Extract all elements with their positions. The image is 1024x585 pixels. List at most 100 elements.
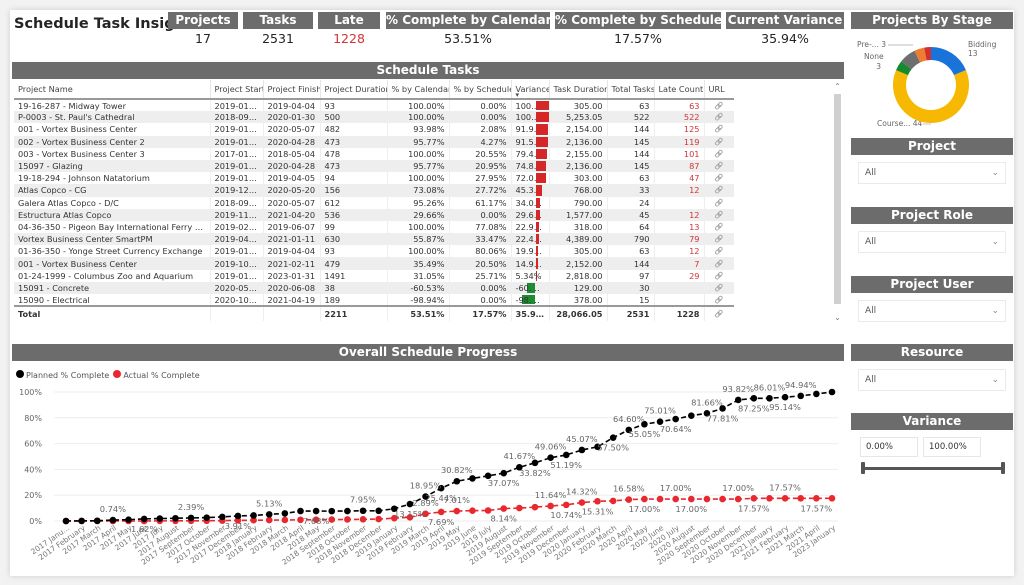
data-point-planned[interactable] — [328, 507, 336, 515]
link-icon[interactable]: 🔗 — [704, 294, 734, 307]
data-point-actual[interactable] — [562, 501, 570, 509]
data-point-planned[interactable] — [359, 507, 367, 515]
data-point-actual[interactable] — [797, 495, 805, 502]
data-point-planned[interactable] — [766, 394, 773, 402]
donut-slice-bidding[interactable] — [931, 47, 966, 76]
table-row[interactable]: Galera Atlas Copco - D/C 2018-09-03 2020-0… — [14, 196, 734, 209]
col-project-duration[interactable]: Project Duration — [320, 80, 388, 100]
data-point-actual[interactable] — [265, 516, 273, 524]
data-point-planned[interactable] — [344, 507, 351, 515]
data-point-planned[interactable] — [297, 507, 304, 515]
link-icon[interactable]: 🔗 — [704, 208, 734, 221]
data-point-actual[interactable] — [672, 495, 679, 503]
data-point-planned[interactable] — [813, 390, 820, 398]
data-point-actual[interactable] — [516, 504, 523, 512]
link-icon[interactable]: 🔗 — [704, 111, 734, 124]
table-row[interactable]: 15097 - Glazing 2019-01-11 2020-04-28 473 95… — [14, 159, 734, 173]
col-url[interactable]: URL — [704, 80, 734, 100]
link-icon[interactable]: 🔗 — [704, 159, 734, 173]
link-icon[interactable]: 🔗 — [704, 147, 734, 160]
scroll-up-icon[interactable]: ⌃ — [833, 82, 842, 91]
legend-item-actual[interactable]: Actual % Complete — [113, 370, 200, 380]
data-point-planned[interactable] — [187, 514, 195, 522]
data-point-actual[interactable] — [828, 495, 836, 502]
data-point-planned[interactable] — [265, 511, 273, 518]
data-point-planned[interactable] — [156, 515, 164, 522]
data-point-actual[interactable] — [734, 495, 742, 503]
table-row[interactable]: Atlas Copco - CG 2019-12-16 2020-05-20 156 7… — [14, 184, 734, 197]
link-icon[interactable]: 🔗 — [704, 305, 734, 322]
data-point-actual[interactable] — [688, 495, 695, 503]
data-point-planned[interactable] — [375, 507, 382, 515]
data-point-actual[interactable] — [437, 508, 445, 516]
link-icon[interactable]: 🔗 — [704, 269, 734, 282]
link-icon[interactable]: 🔗 — [704, 281, 734, 294]
scroll-down-icon[interactable]: ⌄ — [833, 313, 842, 322]
data-point-actual[interactable] — [766, 495, 773, 502]
data-point-actual[interactable] — [750, 495, 758, 502]
slicer-resource-dropdown[interactable]: All ⌄ — [858, 369, 1006, 391]
col-variance[interactable]: Variance ▾ — [511, 80, 550, 100]
col-by-calendar[interactable]: % by Calendar — [387, 80, 450, 100]
data-point-planned[interactable] — [250, 512, 257, 519]
data-point-actual[interactable] — [375, 515, 382, 523]
data-point-planned[interactable] — [234, 512, 242, 520]
data-point-actual[interactable] — [578, 499, 586, 506]
table-row[interactable]: 15090 - Electrical 2020-10-12 2021-04-19 18… — [14, 294, 734, 307]
data-point-actual[interactable] — [500, 505, 508, 512]
data-point-planned[interactable] — [172, 514, 179, 522]
table-row[interactable]: 01-24-1999 - Columbus Zoo and Aquarium 20… — [14, 269, 734, 282]
col-project-finish[interactable]: Project Finish — [263, 80, 321, 100]
data-point-planned[interactable] — [203, 514, 210, 521]
col-project-start[interactable]: Project Start — [210, 80, 264, 100]
link-icon[interactable]: 🔗 — [704, 257, 734, 270]
data-point-planned[interactable] — [781, 393, 789, 401]
table-row[interactable]: 19-18-294 - Johnson Natatorium 2019-01-01… — [14, 172, 734, 185]
table-row[interactable]: 01-36-350 - Yonge Street Currency Exchan… — [14, 245, 734, 258]
data-point-actual[interactable] — [469, 507, 476, 514]
col-total-tasks[interactable]: Total Tasks — [607, 80, 655, 100]
data-point-actual[interactable] — [547, 502, 554, 510]
data-point-actual[interactable] — [359, 516, 367, 523]
link-icon[interactable]: 🔗 — [704, 172, 734, 185]
table-row[interactable]: 002 - Vortex Business Center 2 2019-01-11… — [14, 135, 734, 148]
data-point-actual[interactable] — [781, 495, 789, 502]
variance-slider-min-handle[interactable] — [861, 462, 865, 474]
legend-item-planned[interactable]: Planned % Complete — [16, 370, 109, 380]
slicer-project-dropdown[interactable]: All ⌄ — [858, 162, 1006, 184]
data-point-planned[interactable] — [672, 415, 679, 423]
link-icon[interactable]: 🔗 — [704, 123, 734, 136]
data-point-actual[interactable] — [344, 516, 351, 523]
data-point-planned[interactable] — [219, 513, 226, 521]
scroll-thumb[interactable] — [834, 94, 841, 304]
data-point-actual[interactable] — [609, 497, 617, 505]
data-point-planned[interactable] — [797, 392, 805, 400]
link-icon[interactable]: 🔗 — [704, 233, 734, 246]
table-row[interactable]: Estructura Atlas Copco 2019-11-01 2021-04-… — [14, 208, 734, 221]
link-icon[interactable]: 🔗 — [704, 184, 734, 197]
data-point-planned[interactable] — [281, 510, 289, 517]
table-row[interactable]: P-0003 - St. Paul's Cathedral 2018-09-17 2… — [14, 111, 734, 124]
data-point-planned[interactable] — [609, 434, 617, 441]
data-point-actual[interactable] — [641, 495, 648, 503]
data-point-planned[interactable] — [750, 394, 758, 402]
data-point-planned[interactable] — [453, 477, 461, 485]
data-point-planned[interactable] — [140, 515, 148, 523]
data-point-actual[interactable] — [703, 495, 711, 503]
link-icon[interactable]: 🔗 — [704, 245, 734, 258]
table-row[interactable]: 001 - Vortex Business Center 2019-10-21 20… — [14, 257, 734, 270]
donut-slice-course[interactable] — [893, 70, 969, 123]
data-point-actual[interactable] — [813, 495, 820, 502]
data-point-planned[interactable] — [62, 517, 70, 525]
data-point-actual[interactable] — [625, 496, 633, 503]
link-icon[interactable]: 🔗 — [704, 196, 734, 209]
data-point-actual[interactable] — [656, 495, 664, 503]
data-point-planned[interactable] — [500, 469, 508, 477]
data-point-actual[interactable] — [719, 495, 726, 503]
col-task-duration[interactable]: Task Duration — [549, 80, 608, 100]
link-icon[interactable]: 🔗 — [704, 99, 734, 112]
col-by-schedule[interactable]: % by Schedule — [449, 80, 512, 100]
data-point-planned[interactable] — [688, 412, 695, 419]
col-late-count[interactable]: Late Count — [654, 80, 705, 100]
slicer-project-user-dropdown[interactable]: All ⌄ — [858, 300, 1006, 322]
